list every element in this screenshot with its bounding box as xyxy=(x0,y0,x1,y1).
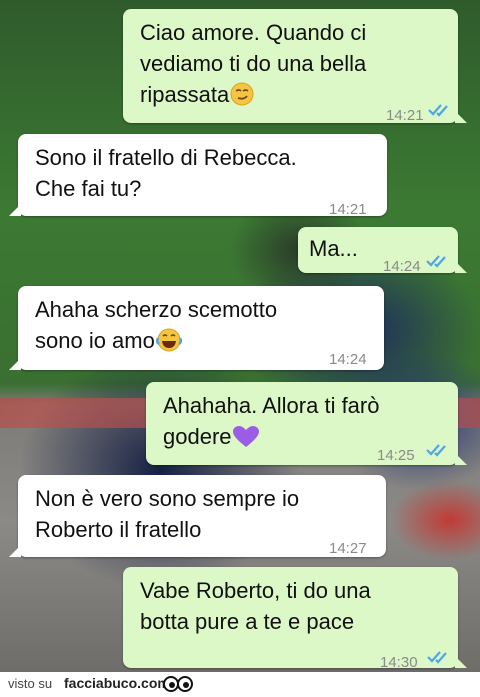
message-timestamp: 14:21 xyxy=(386,107,424,124)
message-text: Non è vero sono sempre io Roberto il fra… xyxy=(35,486,300,542)
watermark-prefix: visto su xyxy=(8,676,53,691)
message-text: Sono il fratello di Rebecca. Che fai tu? xyxy=(35,145,297,201)
message-text: Ahahaha. Allora ti farò godere xyxy=(163,390,379,456)
message-bubble-outgoing[interactable]: Ma... 14:24 xyxy=(298,227,467,275)
message-timestamp: 14:21 xyxy=(329,201,367,218)
message-bubble-outgoing[interactable]: Ciao amore. Quando ci vediamo ti do una … xyxy=(123,9,467,124)
watermark-footer: visto su facciabuco.com xyxy=(0,672,480,697)
message-timestamp: 14:24 xyxy=(329,351,367,368)
message-bubble-incoming[interactable]: Sono il fratello di Rebecca. Che fai tu?… xyxy=(9,134,387,218)
message-bubble-incoming[interactable]: Non è vero sono sempre io Roberto il fra… xyxy=(9,475,386,557)
message-bubble-outgoing[interactable]: Ahahaha. Allora ti farò godere 14:25 xyxy=(146,382,467,465)
eyes-logo-icon xyxy=(163,676,193,692)
double-check-read-icon xyxy=(426,444,446,457)
double-check-read-icon xyxy=(426,255,446,268)
laughing-tears-emoji-icon xyxy=(155,328,182,360)
message-text: Ma... xyxy=(309,236,358,261)
smirk-emoji-icon xyxy=(230,82,254,114)
message-bubble-incoming[interactable]: Ahaha scherzo scemotto sono io amo 14:24 xyxy=(9,286,384,370)
message-bubble-outgoing[interactable]: Vabe Roberto, ti do una botta pure a te … xyxy=(123,567,467,671)
message-timestamp: 14:27 xyxy=(329,540,367,557)
message-text: Vabe Roberto, ti do una botta pure a te … xyxy=(140,578,371,634)
double-check-read-icon xyxy=(427,651,447,664)
message-timestamp: 14:24 xyxy=(383,258,421,275)
purple-heart-emoji-icon xyxy=(232,425,259,456)
chat-screen: Ciao amore. Quando ci vediamo ti do una … xyxy=(0,0,480,697)
message-text: Ciao amore. Quando ci vediamo ti do una … xyxy=(140,17,366,114)
double-check-read-icon xyxy=(428,104,448,117)
message-timestamp: 14:25 xyxy=(377,447,415,464)
watermark-site: facciabuco.com xyxy=(64,675,170,691)
message-text: Ahaha scherzo scemotto sono io amo xyxy=(35,294,277,360)
